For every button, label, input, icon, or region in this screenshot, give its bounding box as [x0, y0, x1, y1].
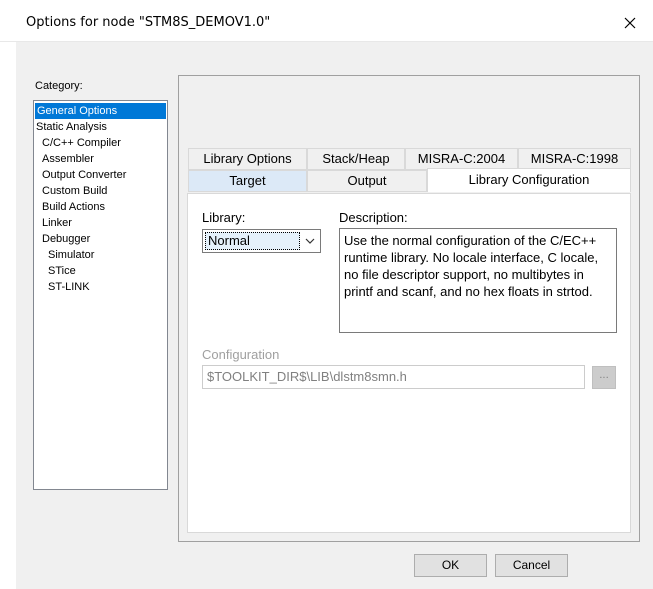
tab-misra-c-2004[interactable]: MISRA-C:2004 — [405, 148, 518, 170]
configuration-path-field[interactable]: $TOOLKIT_DIR$\LIB\dlstm8smn.h — [202, 365, 585, 389]
description-label: Description: — [339, 210, 408, 225]
category-item-assembler[interactable]: Assembler — [34, 151, 167, 167]
library-label: Library: — [202, 210, 246, 225]
library-select-value: Normal — [205, 232, 300, 250]
category-item-custom-build[interactable]: Custom Build — [34, 183, 167, 199]
category-item-st-link[interactable]: ST-LINK — [34, 279, 167, 295]
window-title: Options for node "STM8S_DEMOV1.0" — [26, 15, 271, 30]
library-select[interactable]: Normal — [202, 229, 321, 253]
tab-library-options[interactable]: Library Options — [188, 148, 307, 170]
tab-library-configuration[interactable]: Library Configuration — [427, 168, 631, 192]
category-label: Category: — [35, 80, 83, 92]
title-bar: Options for node "STM8S_DEMOV1.0" — [0, 0, 653, 42]
category-item-static-analysis[interactable]: Static Analysis — [34, 119, 167, 135]
category-item-stice[interactable]: STice — [34, 263, 167, 279]
category-item-output-converter[interactable]: Output Converter — [34, 167, 167, 183]
tab-output[interactable]: Output — [307, 170, 427, 192]
cancel-button[interactable]: Cancel — [495, 554, 568, 577]
browse-button[interactable]: ... — [592, 366, 616, 389]
close-button[interactable] — [612, 8, 648, 38]
category-item-build-actions[interactable]: Build Actions — [34, 199, 167, 215]
category-item-cpp-compiler[interactable]: C/C++ Compiler — [34, 135, 167, 151]
category-list[interactable]: General Options Static Analysis C/C++ Co… — [33, 100, 168, 490]
category-item-linker[interactable]: Linker — [34, 215, 167, 231]
category-item-debugger[interactable]: Debugger — [34, 231, 167, 247]
category-item-general-options[interactable]: General Options — [35, 103, 166, 119]
ok-button[interactable]: OK — [414, 554, 487, 577]
description-text: Use the normal configuration of the C/EC… — [339, 228, 617, 333]
chevron-down-icon — [305, 238, 315, 244]
configuration-label: Configuration — [202, 347, 280, 362]
close-icon — [624, 17, 636, 29]
category-item-simulator[interactable]: Simulator — [34, 247, 167, 263]
tab-misra-c-1998[interactable]: MISRA-C:1998 — [518, 148, 631, 170]
tab-target[interactable]: Target — [188, 170, 307, 192]
tab-stack-heap[interactable]: Stack/Heap — [307, 148, 405, 170]
